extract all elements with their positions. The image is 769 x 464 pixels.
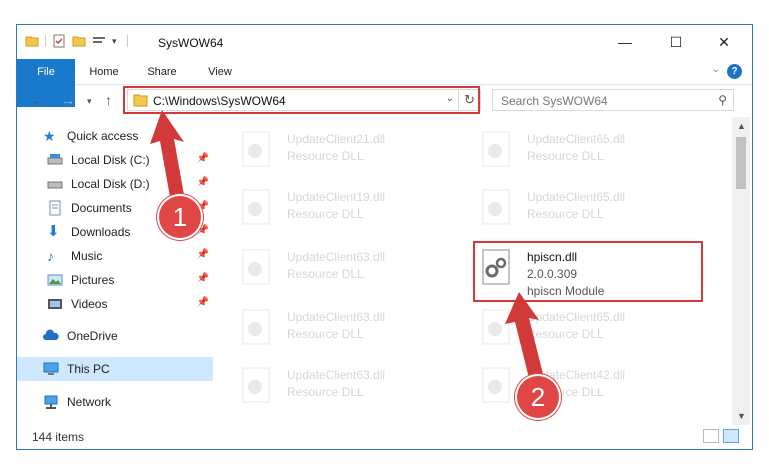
sidebar-item-label: Music (71, 249, 103, 263)
file-description: Resource DLL (287, 327, 364, 341)
sidebar-item-label: OneDrive (67, 329, 118, 343)
music-icon: ♪ (47, 248, 54, 264)
file-description: Resource DLL (527, 207, 604, 221)
file-name: UpdateClient63.dll (287, 310, 386, 324)
maximize-button[interactable]: ☐ (653, 25, 699, 59)
step-2-badge: 2 (517, 376, 559, 418)
list-item[interactable]: UpdateClient65.dll Resource DLL (453, 125, 673, 173)
step-1-badge: 1 (159, 196, 201, 238)
sidebar-item-label: Network (67, 395, 112, 409)
status-bar: 144 items (17, 425, 752, 449)
tab-view[interactable]: View (195, 59, 245, 85)
sidebar-item-label: This PC (67, 362, 110, 376)
sidebar-item-pictures[interactable]: Pictures 📌 (17, 268, 213, 292)
star-icon: ★ (43, 128, 56, 144)
dll-file-icon (482, 189, 510, 225)
sidebar-item-label: Local Disk (D:) (71, 177, 150, 191)
dll-file-icon (242, 367, 270, 403)
sidebar-item-music[interactable]: ♪ Music 📌 (17, 244, 213, 268)
documents-icon (47, 200, 63, 216)
file-name: UpdateClient63.dll (287, 368, 386, 382)
search-input[interactable]: Search SysWOW64 ⚲ (492, 89, 734, 111)
back-icon[interactable]: ← (31, 92, 45, 108)
search-icon: ⚲ (718, 93, 727, 107)
vertical-scrollbar[interactable]: ▲ ▼ (732, 117, 750, 425)
sidebar-item-label: Quick access (67, 129, 139, 143)
dll-file-icon (242, 249, 270, 285)
pin-icon: 📌 (196, 249, 209, 260)
window-title: SysWOW64 (158, 36, 224, 50)
quick-access-toolbar: ▾ (25, 34, 128, 48)
drive-icon (47, 152, 63, 168)
file-description: Resource DLL (287, 149, 364, 163)
search-placeholder: Search SysWOW64 (501, 94, 608, 108)
folder-icon (25, 36, 39, 47)
tab-home[interactable]: Home (79, 59, 129, 85)
download-icon: ⬇ (47, 223, 60, 240)
up-icon[interactable]: ↑ (105, 92, 112, 108)
file-name: UpdateClient63.dll (287, 250, 386, 264)
sidebar-item-label: Pictures (71, 273, 115, 287)
pictures-icon (47, 272, 63, 288)
file-description: Resource DLL (287, 385, 364, 399)
dll-file-icon (482, 131, 510, 167)
item-count: 144 items (32, 430, 85, 444)
properties-icon[interactable] (52, 34, 66, 48)
file-description: Resource DLL (287, 267, 364, 281)
network-icon (43, 394, 59, 410)
scroll-down-icon[interactable]: ▼ (737, 411, 746, 421)
sidebar-item-this-pc[interactable]: This PC (17, 357, 213, 381)
videos-icon (47, 296, 63, 312)
drive-icon (47, 176, 63, 192)
file-name: UpdateClient19.dll (287, 190, 386, 204)
sidebar-item-label: Documents (71, 201, 132, 215)
new-folder-icon[interactable] (72, 34, 86, 48)
dll-file-icon (242, 131, 270, 167)
close-button[interactable]: ✕ (701, 25, 747, 59)
dll-file-icon (242, 309, 270, 345)
list-item[interactable]: UpdateClient65.dll Resource DLL (453, 183, 673, 231)
customize-toolbar-icon[interactable]: ▾ (112, 36, 117, 47)
sidebar-item-videos[interactable]: Videos 📌 (17, 292, 213, 316)
file-name: UpdateClient21.dll (287, 132, 386, 146)
file-name: UpdateClient65.dll (527, 132, 626, 146)
cloud-icon (43, 328, 59, 344)
pin-icon: 📌 (196, 297, 209, 308)
scrollbar-thumb[interactable] (736, 137, 746, 189)
list-item[interactable]: UpdateClient21.dll Resource DLL (213, 125, 433, 173)
sidebar-item-label: Downloads (71, 225, 131, 239)
file-description: Resource DLL (527, 149, 604, 163)
minimize-button[interactable]: — (602, 25, 648, 59)
sidebar-item-label: Local Disk (C:) (71, 153, 150, 167)
list-item[interactable]: UpdateClient63.dll Resource DLL (213, 361, 433, 409)
collapse-ribbon-icon[interactable]: ⌄ (712, 64, 720, 75)
sidebar-item-onedrive[interactable]: OneDrive (17, 324, 213, 348)
sidebar-item-label: Videos (71, 297, 108, 311)
sidebar-item-network[interactable]: Network (17, 390, 213, 414)
dll-file-icon (242, 189, 270, 225)
large-icons-view-icon[interactable] (723, 429, 739, 443)
forward-icon[interactable]: → (61, 92, 75, 108)
details-view-icon[interactable] (703, 429, 719, 443)
recent-locations-icon[interactable]: ▾ (87, 96, 92, 107)
list-item[interactable]: UpdateClient63.dll Resource DLL (213, 243, 433, 291)
list-item[interactable]: UpdateClient63.dll Resource DLL (213, 303, 433, 351)
title-bar: ▾ SysWOW64 — ☐ ✕ (17, 25, 752, 59)
rename-icon[interactable] (92, 34, 106, 48)
file-name: UpdateClient65.dll (527, 190, 626, 204)
ribbon-tabs: File Home Share View ⌄ ? (17, 59, 752, 107)
file-description: Resource DLL (287, 207, 364, 221)
list-item[interactable]: UpdateClient19.dll Resource DLL (213, 183, 433, 231)
tab-share[interactable]: Share (137, 59, 187, 85)
computer-icon (43, 361, 59, 377)
help-icon[interactable]: ? (727, 64, 742, 79)
pin-icon: 📌 (196, 273, 209, 284)
scroll-up-icon[interactable]: ▲ (737, 121, 746, 131)
